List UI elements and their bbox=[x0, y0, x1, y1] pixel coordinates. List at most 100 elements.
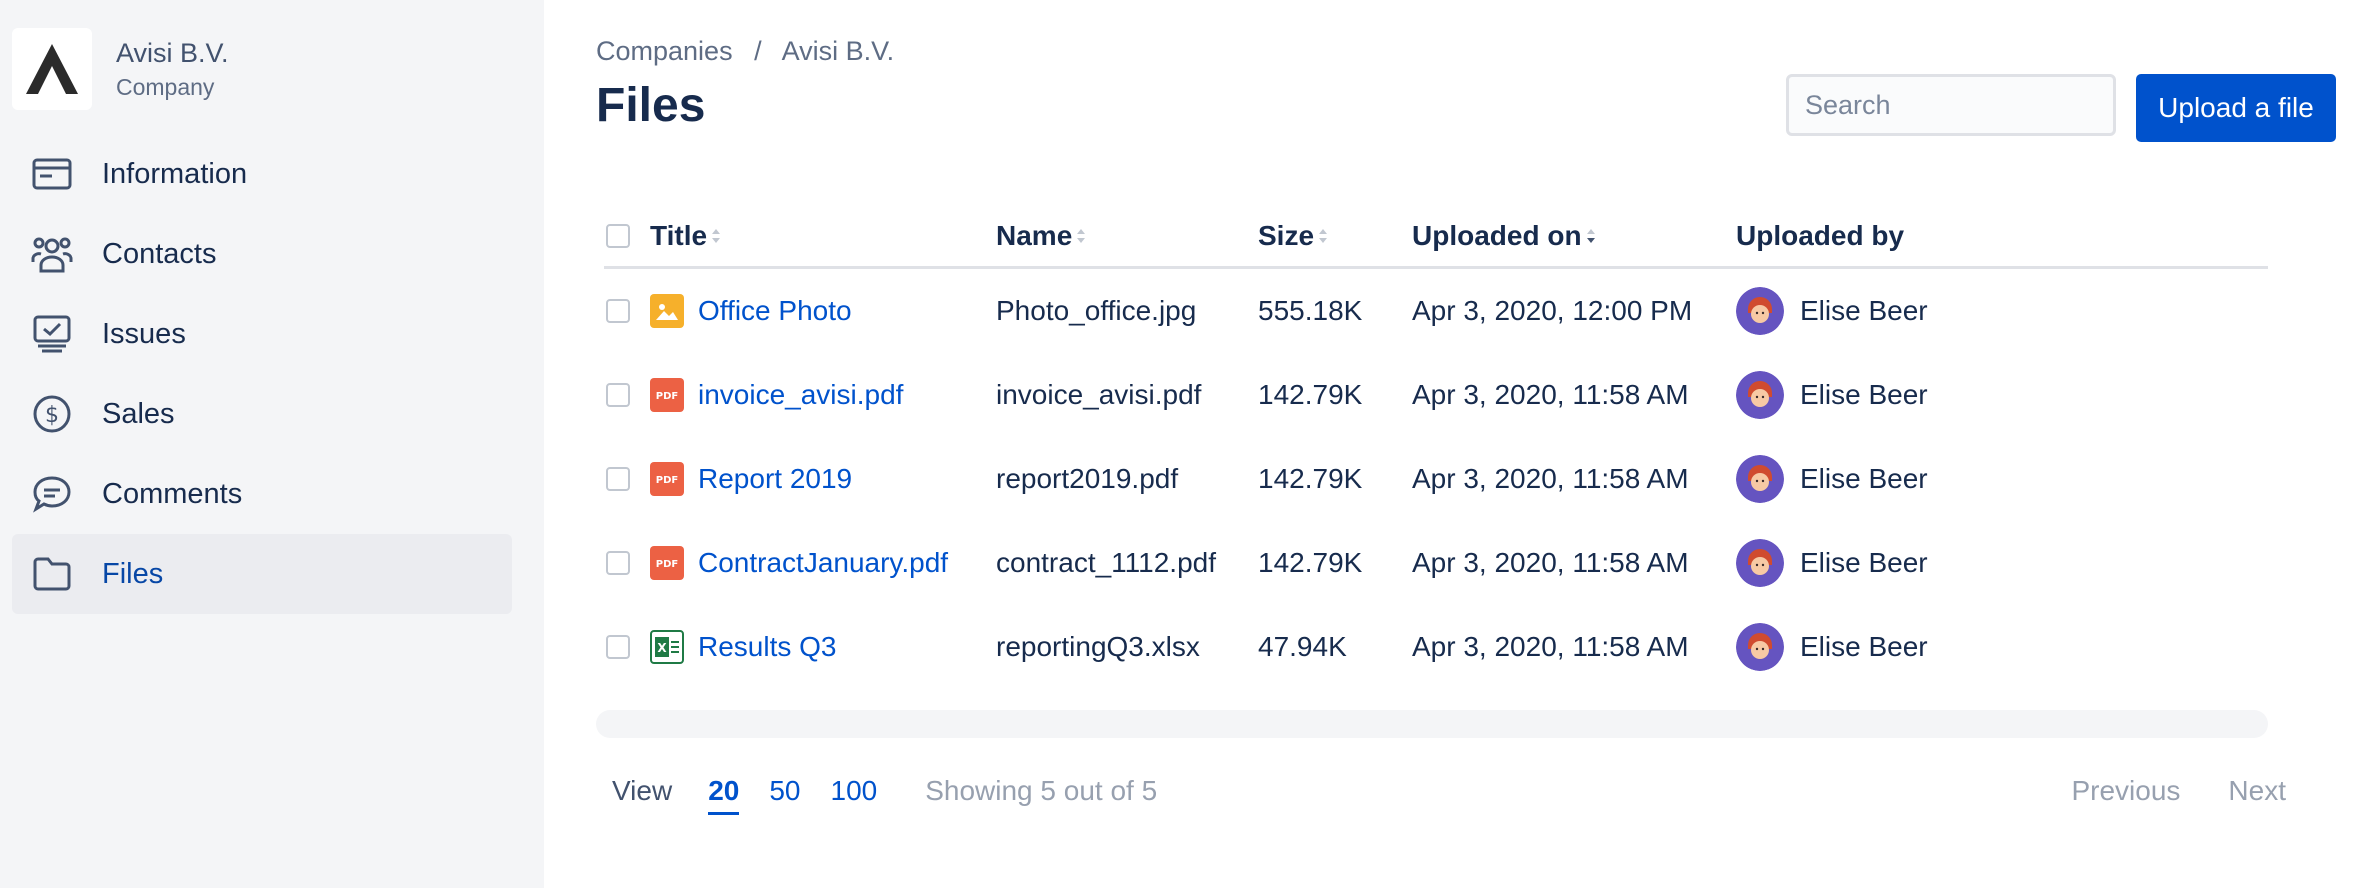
table-row: X Results Q3 reportingQ3.xlsx 47.94K Apr… bbox=[604, 605, 2268, 689]
file-name: report2019.pdf bbox=[996, 463, 1179, 494]
file-name: reportingQ3.xlsx bbox=[996, 631, 1200, 662]
file-size: 142.79K bbox=[1258, 463, 1363, 494]
sidebar-nav: Information Contacts Issues $ Sales Comm… bbox=[12, 134, 512, 614]
company-name: Avisi B.V. bbox=[116, 38, 229, 68]
table-row: PDF invoice_avisi.pdf invoice_avisi.pdf … bbox=[604, 353, 2268, 437]
svg-text:PDF: PDF bbox=[656, 559, 678, 570]
next-button[interactable]: Next bbox=[2228, 775, 2286, 807]
avatar bbox=[1736, 455, 1784, 503]
sidebar-item-label: Issues bbox=[102, 317, 186, 350]
sort-desc-icon bbox=[1586, 228, 1596, 244]
company-type: Company bbox=[116, 74, 215, 100]
uploaded-on: Apr 3, 2020, 12:00 PM bbox=[1412, 295, 1693, 326]
uploaded-on: Apr 3, 2020, 11:58 AM bbox=[1412, 631, 1689, 662]
uploader-name: Elise Beer bbox=[1800, 547, 1928, 578]
files-table: Title Name Size Uploaded on Uploaded by bbox=[604, 206, 2268, 689]
sidebar-item-label: Contacts bbox=[102, 237, 217, 270]
uploaded-on: Apr 3, 2020, 11:58 AM bbox=[1412, 463, 1689, 494]
view-label: View bbox=[612, 775, 673, 806]
page-size-20[interactable]: 20 bbox=[708, 775, 740, 815]
sidebar-item-issues[interactable]: Issues bbox=[12, 294, 512, 374]
folder-icon bbox=[30, 552, 74, 596]
svg-text:$: $ bbox=[45, 403, 59, 428]
file-title-link[interactable]: Report 2019 bbox=[698, 463, 852, 495]
uploaded-on: Apr 3, 2020, 11:58 AM bbox=[1412, 547, 1689, 578]
card-icon bbox=[30, 152, 74, 196]
pagination: View 20 50 100 Showing 5 out of 5 bbox=[612, 768, 1157, 815]
file-name: contract_1112.pdf bbox=[996, 547, 1217, 578]
column-header-uploaded-on[interactable]: Uploaded on bbox=[1412, 206, 1596, 266]
company-logo bbox=[12, 28, 92, 110]
uploader-name: Elise Beer bbox=[1800, 295, 1928, 326]
sidebar: Avisi B.V. Company Information Contacts … bbox=[0, 0, 544, 888]
table-row: PDF ContractJanuary.pdf contract_1112.pd… bbox=[604, 521, 2268, 605]
sidebar-item-information[interactable]: Information bbox=[12, 134, 512, 214]
people-icon bbox=[30, 232, 74, 276]
company-header: Avisi B.V. Company bbox=[12, 28, 229, 110]
sidebar-item-files[interactable]: Files bbox=[12, 534, 512, 614]
pdf-file-icon: PDF bbox=[650, 378, 684, 412]
sidebar-item-label: Sales bbox=[102, 397, 175, 430]
pagination-nav: Previous Next bbox=[2023, 768, 2286, 814]
file-size: 142.79K bbox=[1258, 547, 1363, 578]
excel-file-icon: X bbox=[650, 630, 684, 664]
avatar bbox=[1736, 539, 1784, 587]
sidebar-item-contacts[interactable]: Contacts bbox=[12, 214, 512, 294]
uploader-name: Elise Beer bbox=[1800, 631, 1928, 662]
file-size: 47.94K bbox=[1258, 631, 1347, 662]
row-checkbox[interactable] bbox=[606, 551, 630, 575]
upload-file-button[interactable]: Upload a file bbox=[2136, 74, 2336, 142]
comment-icon bbox=[30, 472, 74, 516]
file-name: invoice_avisi.pdf bbox=[996, 379, 1202, 410]
sort-icon bbox=[1318, 228, 1328, 244]
file-size: 555.18K bbox=[1258, 295, 1363, 326]
column-header-title[interactable]: Title bbox=[650, 206, 721, 266]
image-file-icon bbox=[650, 294, 684, 328]
file-title-link[interactable]: invoice_avisi.pdf bbox=[698, 379, 903, 411]
svg-text:X: X bbox=[657, 641, 667, 655]
breadcrumb-root[interactable]: Companies bbox=[596, 36, 733, 66]
column-header-name[interactable]: Name bbox=[996, 206, 1086, 266]
sidebar-item-comments[interactable]: Comments bbox=[12, 454, 512, 534]
file-title-link[interactable]: Results Q3 bbox=[698, 631, 837, 663]
avatar bbox=[1736, 623, 1784, 671]
avatar bbox=[1736, 287, 1784, 335]
sidebar-item-label: Information bbox=[102, 157, 248, 190]
sort-icon bbox=[711, 228, 721, 244]
uploader-name: Elise Beer bbox=[1800, 379, 1928, 410]
row-checkbox[interactable] bbox=[606, 383, 630, 407]
breadcrumb: Companies / Avisi B.V. bbox=[596, 36, 894, 67]
file-title-link[interactable]: Office Photo bbox=[698, 295, 852, 327]
file-name: Photo_office.jpg bbox=[996, 295, 1197, 326]
row-checkbox[interactable] bbox=[606, 467, 630, 491]
page-size-50[interactable]: 50 bbox=[769, 775, 800, 807]
breadcrumb-current[interactable]: Avisi B.V. bbox=[782, 36, 895, 66]
table-header: Title Name Size Uploaded on Uploaded by bbox=[604, 206, 2268, 269]
main-content: Companies / Avisi B.V. Files Upload a fi… bbox=[596, 0, 2364, 888]
horizontal-scrollbar[interactable] bbox=[596, 710, 2268, 738]
avatar bbox=[1736, 371, 1784, 419]
breadcrumb-separator: / bbox=[754, 36, 762, 66]
sidebar-item-sales[interactable]: $ Sales bbox=[12, 374, 512, 454]
page-size-100[interactable]: 100 bbox=[831, 775, 878, 807]
pdf-file-icon: PDF bbox=[650, 462, 684, 496]
sort-icon bbox=[1076, 228, 1086, 244]
column-header-uploaded-by: Uploaded by bbox=[1736, 220, 1905, 251]
sidebar-item-label: Files bbox=[102, 557, 164, 590]
issues-icon bbox=[30, 312, 74, 356]
select-all-checkbox[interactable] bbox=[606, 224, 630, 248]
file-title-link[interactable]: ContractJanuary.pdf bbox=[698, 547, 948, 579]
pdf-file-icon: PDF bbox=[650, 546, 684, 580]
row-checkbox[interactable] bbox=[606, 299, 630, 323]
column-header-size[interactable]: Size bbox=[1258, 206, 1328, 266]
sidebar-item-label: Comments bbox=[102, 477, 243, 510]
uploader-name: Elise Beer bbox=[1800, 463, 1928, 494]
search-input[interactable] bbox=[1786, 74, 2116, 136]
row-checkbox[interactable] bbox=[606, 635, 630, 659]
uploaded-on: Apr 3, 2020, 11:58 AM bbox=[1412, 379, 1689, 410]
file-size: 142.79K bbox=[1258, 379, 1363, 410]
dollar-icon: $ bbox=[30, 392, 74, 436]
svg-text:PDF: PDF bbox=[656, 391, 678, 402]
page-title: Files bbox=[596, 79, 706, 132]
previous-button[interactable]: Previous bbox=[2071, 775, 2180, 807]
